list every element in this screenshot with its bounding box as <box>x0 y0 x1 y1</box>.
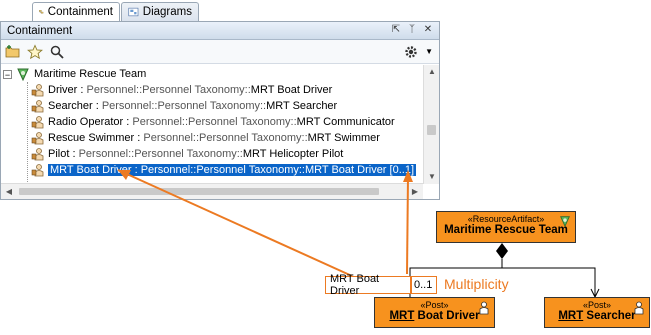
association-line-searcher <box>502 267 596 297</box>
arrowhead-multiplicity <box>403 170 413 182</box>
callout-arrow-multiplicity <box>406 175 409 275</box>
post-stereotype: «Post» <box>420 300 449 310</box>
post-box-boat-driver[interactable]: «Post» MRT Boat Driver <box>374 297 495 328</box>
callout-arrow-role <box>117 169 353 277</box>
post-prefix: MRT <box>558 310 584 322</box>
role-name-label: MRT Boat Driver <box>330 273 380 297</box>
multiplicity-value: 0..1 <box>414 279 433 291</box>
person-icon <box>634 301 644 315</box>
post-prefix: MRT <box>389 310 415 322</box>
post-box-searcher[interactable]: «Post» MRT Searcher <box>544 297 650 328</box>
resource-artifact-box[interactable]: «ResourceArtifact» Maritime Rescue Team <box>436 211 576 243</box>
role-name-callout: MRT Boat Driver <box>325 273 411 297</box>
composition-diamond <box>496 243 508 259</box>
resource-artifact-icon <box>560 216 570 227</box>
multiplicity-callout: 0..1 <box>411 276 437 294</box>
resource-name: Maritime Rescue Team <box>444 224 568 236</box>
person-icon <box>479 301 489 315</box>
multiplicity-annotation: Multiplicity <box>444 276 509 292</box>
post-name: Searcher <box>583 310 636 322</box>
post-name: Boat Driver <box>414 310 480 322</box>
resource-stereotype: «ResourceArtifact» <box>467 214 545 224</box>
